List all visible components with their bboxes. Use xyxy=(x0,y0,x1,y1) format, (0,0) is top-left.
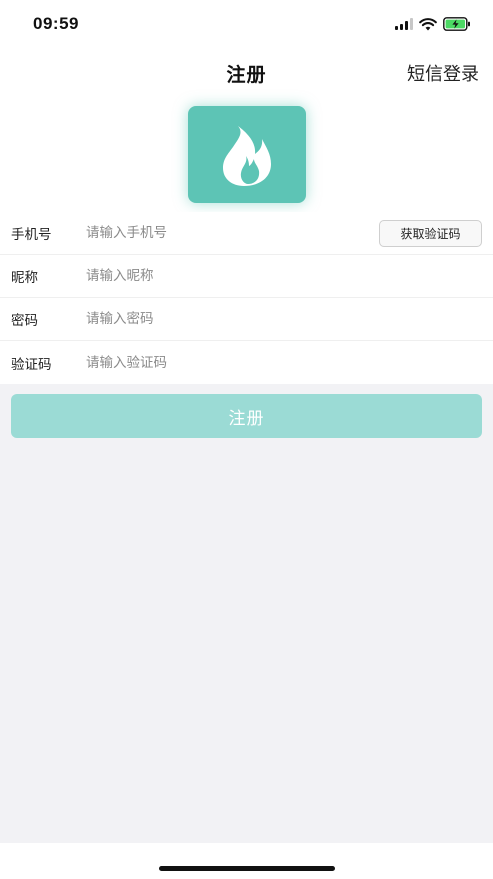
register-button[interactable]: 注册 xyxy=(11,394,482,438)
sms-login-link[interactable]: 短信登录 xyxy=(407,60,479,86)
register-form: 手机号 获取验证码 昵称 密码 验证码 xyxy=(0,212,493,384)
code-label: 验证码 xyxy=(11,356,52,373)
password-row: 密码 xyxy=(0,298,493,341)
status-time: 09:59 xyxy=(33,14,79,33)
register-screen: 09:59 注册 短信登录 手机号 请输入手机号 获取验证码 昵称 请输入昵称 … xyxy=(0,0,493,879)
phone-label: 手机号 xyxy=(11,227,52,243)
password-label: 密码 xyxy=(11,313,38,329)
app-logo xyxy=(188,106,306,203)
nickname-input[interactable] xyxy=(86,261,366,291)
flame-icon xyxy=(223,125,271,186)
code-input[interactable] xyxy=(86,347,366,378)
battery-charging-icon xyxy=(443,17,470,31)
wifi-icon xyxy=(419,17,437,30)
phone-row: 手机号 获取验证码 xyxy=(0,212,493,255)
password-input[interactable] xyxy=(86,304,366,334)
signal-icon xyxy=(395,18,413,30)
code-row: 验证码 xyxy=(0,341,493,384)
nickname-label: 昵称 xyxy=(11,270,38,286)
status-bar: 09:59 xyxy=(0,0,493,48)
status-icons xyxy=(395,16,471,32)
phone-input[interactable] xyxy=(86,218,366,248)
home-indicator[interactable] xyxy=(159,866,335,871)
bottom-bar xyxy=(0,843,493,879)
nickname-row: 昵称 xyxy=(0,255,493,298)
get-code-button[interactable]: 获取验证码 xyxy=(379,220,482,247)
